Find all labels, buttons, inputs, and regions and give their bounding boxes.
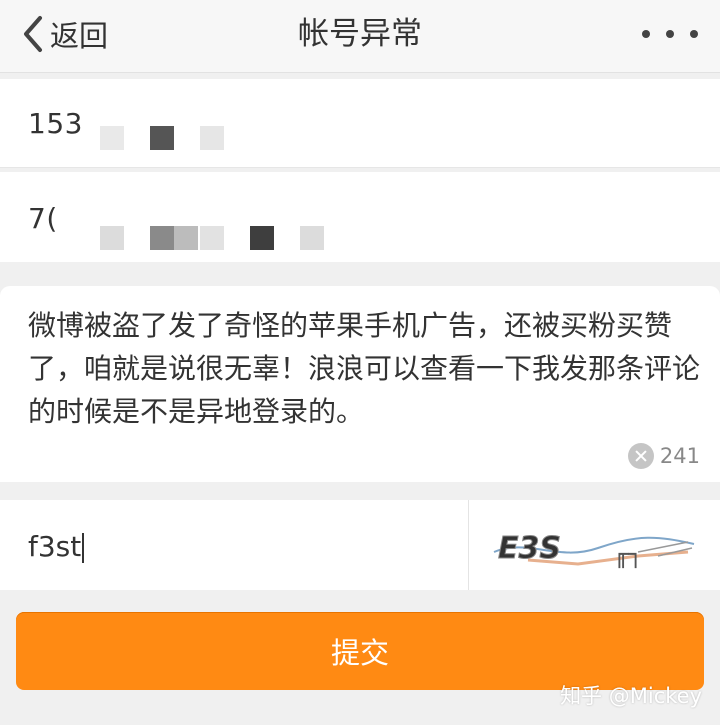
page-title: 帐号异常 xyxy=(298,16,422,52)
description-textarea[interactable]: 微博被盗了发了奇怪的苹果手机广告，还被买粉买赞了，咱就是说很无辜！浪浪可以查看一… xyxy=(0,286,720,482)
more-dots-icon[interactable] xyxy=(642,22,698,46)
redaction-block xyxy=(150,126,174,150)
redaction-block xyxy=(100,226,124,250)
captcha-input[interactable]: f3st xyxy=(28,530,85,563)
more-dot xyxy=(690,30,698,38)
captcha-glyph-extra: ╓┐ xyxy=(614,540,643,569)
text-caret xyxy=(82,533,85,563)
clear-icon[interactable] xyxy=(627,443,654,469)
captcha-glyphs: E3S xyxy=(498,531,561,566)
watermark: 知乎 @Mickey xyxy=(560,684,702,708)
phone-field-value: 153 xyxy=(28,107,83,140)
redaction-block xyxy=(300,226,324,250)
more-dot xyxy=(666,30,674,38)
captcha-input-value: f3st xyxy=(28,530,82,563)
more-dot xyxy=(642,30,650,38)
redaction-block xyxy=(150,226,174,250)
char-count: 241 xyxy=(659,444,700,468)
redaction-block xyxy=(100,126,124,150)
top-bar: 返回 帐号异常 xyxy=(0,0,720,73)
second-field-value: 7( xyxy=(28,202,58,235)
redaction-block xyxy=(250,226,274,250)
second-field[interactable]: 7( xyxy=(0,172,720,262)
redaction-block xyxy=(200,226,224,250)
captcha-row: f3st E3S ╓┐ xyxy=(0,500,720,590)
captcha-image[interactable]: E3S ╓┐ xyxy=(488,518,700,574)
redaction-block xyxy=(200,126,224,150)
divider xyxy=(468,500,469,590)
redaction-block xyxy=(174,226,198,250)
phone-field[interactable]: 153 xyxy=(0,79,720,168)
description-text: 微博被盗了发了奇怪的苹果手机广告，还被买粉买赞了，咱就是说很无辜！浪浪可以查看一… xyxy=(28,309,701,428)
char-counter: 241 xyxy=(627,442,700,470)
submit-button[interactable]: 提交 xyxy=(16,612,704,690)
